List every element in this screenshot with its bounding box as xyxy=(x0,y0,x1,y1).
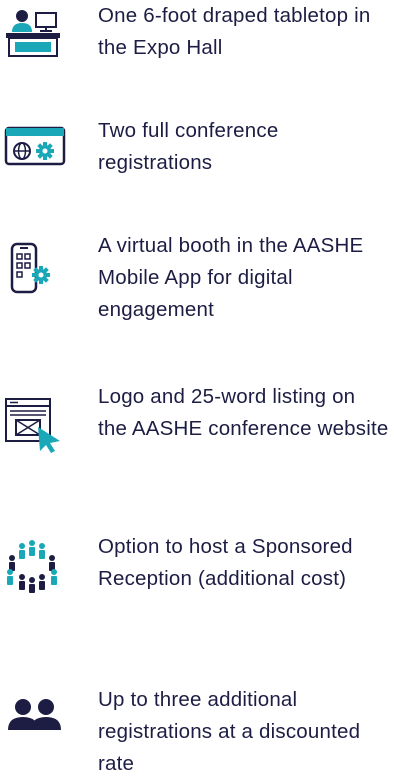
benefit-text: One 6-foot draped tabletop in the Expo H… xyxy=(98,4,371,59)
mobile-app-settings-icon xyxy=(2,240,68,300)
benefit-text: Two full conference registrations xyxy=(98,119,279,174)
benefit-text: Up to three additional registrations at … xyxy=(98,688,361,775)
exhibit-booth-icon xyxy=(2,4,68,64)
benefit-text: A virtual booth in the AASHE Mobile App … xyxy=(98,234,364,321)
crowd-circle-icon xyxy=(2,537,68,597)
website-listing-icon xyxy=(2,395,68,455)
benefit-text: Option to host a Sponsored Reception (ad… xyxy=(98,535,353,590)
online-registration-icon xyxy=(2,122,68,182)
benefit-text: Logo and 25-word listing on the AASHE co… xyxy=(98,385,389,440)
user-group-icon xyxy=(2,690,68,750)
